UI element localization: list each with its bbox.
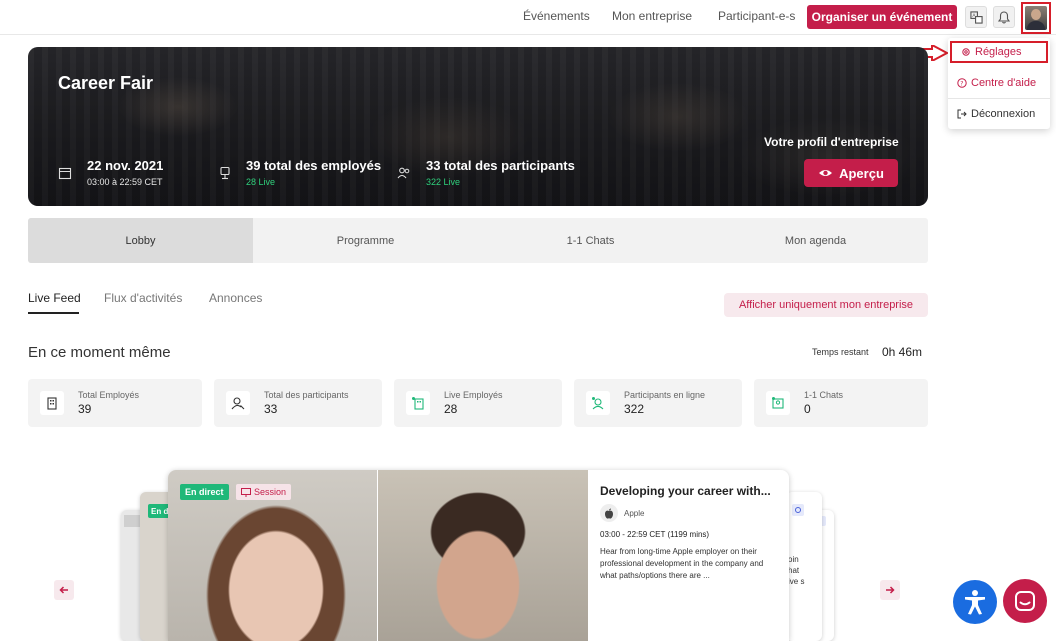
translate-icon: A — [969, 10, 983, 24]
menu-item-label: Centre d'aide — [971, 77, 1037, 89]
bell-icon — [998, 10, 1010, 24]
nav-link-my-company[interactable]: Mon entreprise — [612, 9, 692, 23]
carousel-card-back[interactable]: oin hat ive s — [786, 492, 822, 641]
stat-card-total-employees: Total Employés 39 — [28, 379, 202, 427]
logout-icon — [956, 109, 967, 120]
hero-overlay — [28, 47, 928, 206]
session-badge-label: Session — [254, 487, 287, 497]
gear-icon — [960, 47, 971, 58]
subtab-activity-feed[interactable]: Flux d'activités — [104, 291, 182, 305]
employees-live: 28 Live — [246, 177, 276, 187]
stat-value: 33 — [264, 402, 278, 416]
user-menu-dropdown: Réglages ? Centre d'aide Déconnexion — [948, 38, 1050, 129]
microphone-icon — [220, 166, 230, 180]
translate-button[interactable]: A — [965, 6, 987, 28]
employees-total: 39 total des employés — [246, 158, 382, 173]
stat-label: 1-1 Chats — [804, 390, 844, 400]
notifications-button[interactable] — [993, 6, 1015, 28]
stat-label: Participants en ligne — [624, 390, 706, 400]
building-icon — [40, 391, 64, 415]
event-tabs: Lobby Programme 1-1 Chats Mon agenda — [28, 218, 928, 263]
event-title: Career Fair — [58, 73, 154, 93]
tab-chats[interactable]: 1-1 Chats — [478, 218, 703, 263]
participants-live: 322 Live — [426, 177, 461, 187]
svg-text:?: ? — [960, 81, 963, 88]
arrow-left-icon — [59, 586, 68, 594]
users-icon — [397, 167, 410, 179]
event-date: 22 nov. 2021 — [87, 158, 164, 173]
time-remaining-value: 0h 46m — [882, 345, 923, 359]
time-remaining-label: Temps restant — [812, 347, 869, 357]
user-search-icon — [226, 391, 250, 415]
session-title[interactable]: Developing your career with... — [600, 484, 771, 498]
menu-item-logout[interactable]: Déconnexion — [948, 101, 1050, 127]
tab-programme[interactable]: Programme — [253, 218, 478, 263]
help-icon: ? — [956, 78, 967, 89]
session-time: 03:00 - 22:59 CET (1199 mins) — [600, 530, 710, 539]
participants-total: 33 total des participants — [426, 158, 575, 173]
menu-item-help[interactable]: ? Centre d'aide — [948, 70, 1050, 96]
stat-value: 322 — [624, 402, 645, 416]
nav-link-participants[interactable]: Participant-e-s — [718, 9, 795, 23]
session-type-icon — [792, 504, 804, 516]
stat-value: 28 — [444, 402, 458, 416]
tab-my-agenda[interactable]: Mon agenda — [703, 218, 928, 263]
menu-divider — [948, 98, 1050, 99]
chat-support-button[interactable] — [1003, 579, 1047, 623]
presentation-icon — [241, 487, 251, 497]
show-my-company-only-button[interactable]: Afficher uniquement mon entreprise — [724, 293, 928, 317]
event-time: 03:00 à 22:59 CET — [87, 177, 163, 187]
stat-value: 0 — [804, 402, 811, 416]
calendar-icon — [58, 167, 72, 180]
avatar — [1025, 6, 1047, 30]
carousel-prev-button[interactable] — [54, 580, 74, 600]
video-tile-speaker-2 — [378, 470, 588, 641]
live-user-icon — [586, 391, 610, 415]
session-card[interactable]: En direct Session Developing your career… — [168, 470, 789, 641]
arrow-right-icon — [886, 586, 895, 594]
menu-item-settings[interactable]: Réglages — [950, 41, 1048, 63]
preview-button-label: Aperçu — [839, 165, 884, 181]
stat-card-total-participants: Total des participants 33 — [214, 379, 382, 427]
user-avatar-button[interactable] — [1021, 2, 1051, 34]
menu-item-label: Déconnexion — [971, 108, 1036, 120]
session-description: Hear from long-time Apple employer on th… — [600, 547, 764, 580]
chat-icon — [1015, 591, 1035, 611]
active-subtab-indicator — [28, 312, 79, 314]
menu-item-label: Réglages — [975, 46, 1022, 58]
company-profile-label: Votre profil d'entreprise — [764, 135, 899, 149]
subtab-announcements[interactable]: Annonces — [209, 291, 262, 305]
live-building-icon — [406, 391, 430, 415]
stat-label: Live Employés — [444, 390, 503, 400]
live-badge: En direct — [180, 484, 229, 500]
section-title: En ce moment même — [28, 344, 171, 361]
event-hero-banner: Career Fair 22 nov. 2021 03:00 à 22:59 C… — [28, 47, 928, 206]
accessibility-button[interactable] — [953, 580, 997, 624]
stat-label: Total des participants — [264, 390, 349, 400]
session-badge: Session — [236, 484, 292, 500]
nav-link-events[interactable]: Événements — [523, 9, 590, 23]
chat-user-icon — [766, 391, 790, 415]
back-card-text: oin hat ive s — [788, 555, 805, 586]
accessibility-icon — [965, 590, 985, 615]
tab-lobby[interactable]: Lobby — [28, 218, 253, 263]
stat-card-live-employees: Live Employés 28 — [394, 379, 562, 427]
session-company: Apple — [624, 509, 645, 518]
stat-label: Total Employés — [78, 390, 140, 400]
subtab-live-feed[interactable]: Live Feed — [28, 291, 81, 305]
apple-logo-icon — [600, 504, 618, 522]
carousel-next-button[interactable] — [880, 580, 900, 600]
eye-icon — [819, 170, 833, 176]
preview-button[interactable]: Aperçu — [804, 159, 898, 187]
top-navigation: Événements Mon entreprise Participant-e-… — [0, 0, 1056, 35]
stat-card-chats: 1-1 Chats 0 — [754, 379, 928, 427]
stat-value: 39 — [78, 402, 92, 416]
organise-event-button[interactable]: Organiser un événement — [807, 5, 957, 29]
stat-card-online-participants: Participants en ligne 322 — [574, 379, 742, 427]
